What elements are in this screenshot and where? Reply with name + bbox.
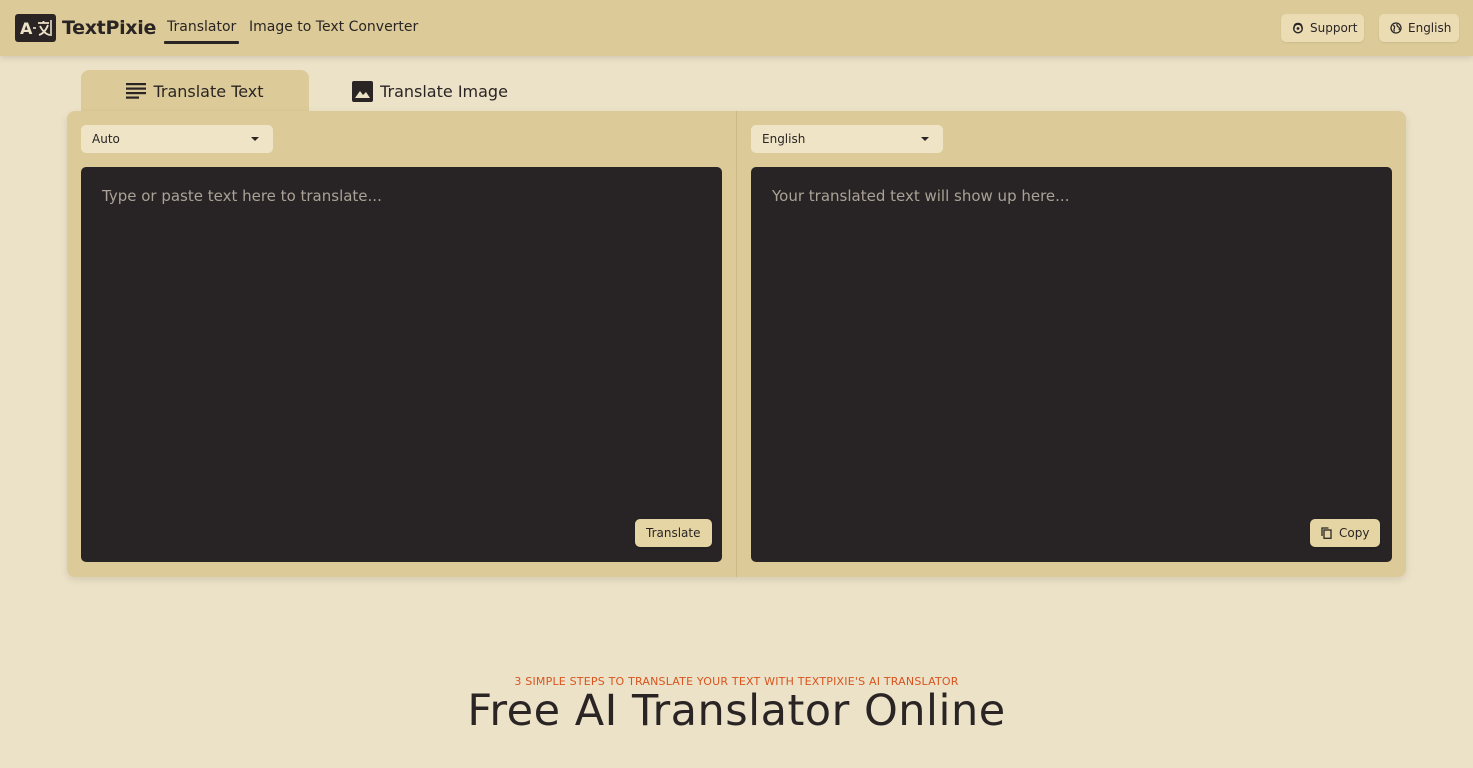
svg-text:A: A (20, 19, 33, 38)
copy-icon (1321, 527, 1332, 539)
support-button[interactable]: Support (1281, 14, 1364, 42)
tab-translate-image-label: Translate Image (380, 81, 508, 101)
image-icon (352, 80, 374, 102)
language-label: English (1408, 21, 1452, 35)
copy-button-label: Copy (1339, 526, 1370, 540)
globe-icon (1390, 22, 1402, 34)
language-button[interactable]: English (1379, 14, 1459, 42)
target-language-select[interactable]: English (751, 125, 943, 153)
target-language-value: English (762, 132, 806, 146)
nav-translator[interactable]: Translator (163, 19, 240, 44)
translate-button-label: Translate (646, 526, 701, 540)
text-lines-icon (126, 82, 147, 100)
support-label: Support (1310, 21, 1358, 35)
tab-translate-text-label: Translate Text (153, 81, 264, 101)
tab-translate-text[interactable]: Translate Text (81, 70, 309, 112)
support-icon (1292, 22, 1304, 34)
translate-button[interactable]: Translate (635, 519, 712, 547)
source-language-value: Auto (92, 132, 120, 146)
page-title: Free AI Translator Online (467, 686, 1006, 736)
logo[interactable]: A TextPixie (15, 14, 156, 42)
chevron-down-icon (921, 137, 929, 141)
panel-divider (736, 111, 737, 577)
translate-logo-icon: A (20, 19, 52, 38)
source-text-input[interactable] (81, 167, 722, 562)
chevron-down-icon (251, 137, 259, 141)
top-header: A TextPixie Translator Image to Text Con… (0, 0, 1473, 56)
tab-translate-image[interactable]: Translate Image (340, 70, 520, 112)
source-text-box: Translate (81, 167, 722, 562)
source-language-select[interactable]: Auto (81, 125, 273, 153)
nav-image-to-text-converter[interactable]: Image to Text Converter (249, 19, 418, 35)
brand-name: TextPixie (62, 17, 157, 39)
output-text-box: Your translated text will show up here..… (751, 167, 1392, 562)
translator-panel: Auto English Translate Your translated t… (67, 111, 1406, 577)
logo-mark: A (15, 14, 56, 42)
copy-button[interactable]: Copy (1310, 519, 1381, 547)
output-placeholder: Your translated text will show up here..… (772, 187, 1070, 205)
